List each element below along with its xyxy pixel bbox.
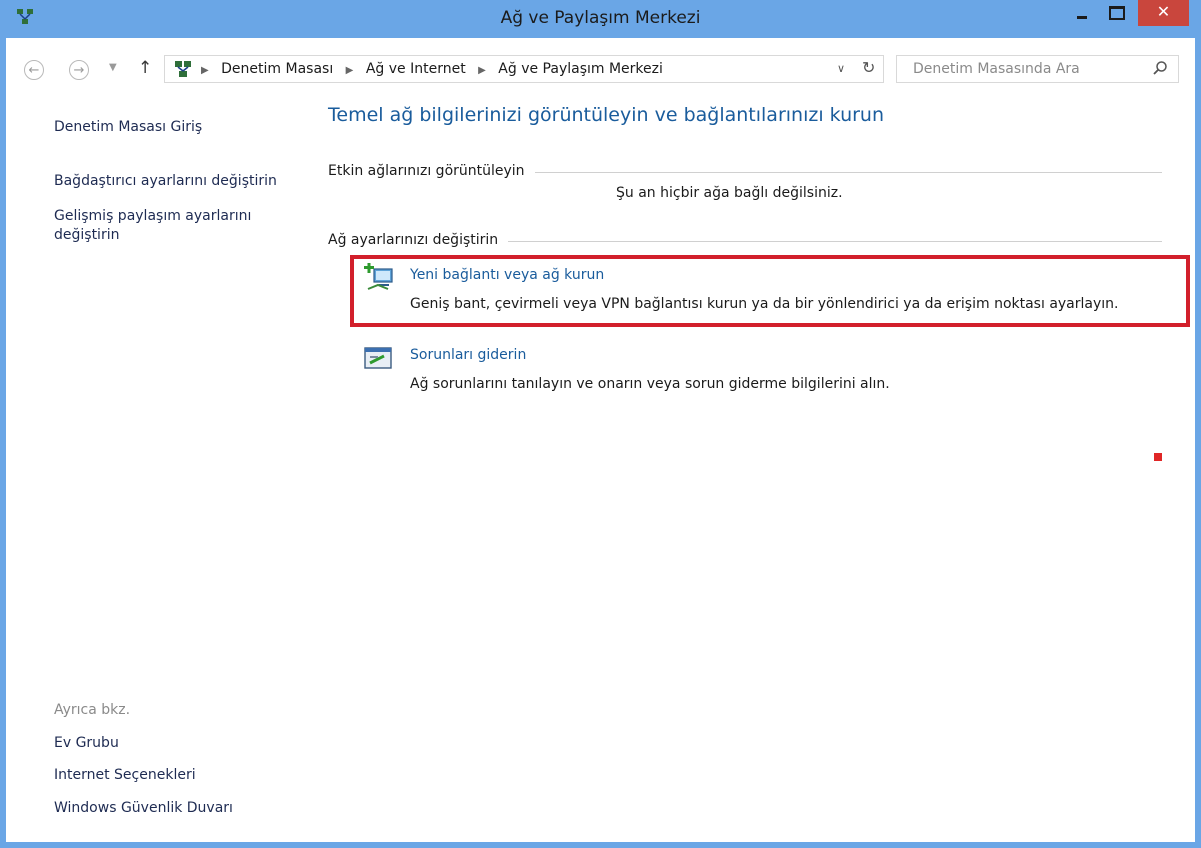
chevron-right-icon[interactable]: ▶	[346, 65, 354, 76]
see-also-heading: Ayrıca bkz.	[54, 702, 131, 718]
search-input[interactable]: Denetim Masasında Ara	[896, 55, 1179, 83]
breadcrumb-network-internet[interactable]: Ağ ve Internet	[366, 61, 466, 77]
control-panel-icon	[175, 61, 191, 77]
address-dropdown-chevron-icon[interactable]: ∨	[837, 62, 845, 75]
chevron-right-icon[interactable]: ▶	[478, 65, 486, 76]
sidebar-item-control-panel-home[interactable]: Denetim Masası Giriş	[54, 118, 294, 137]
highlight-box	[350, 255, 1190, 327]
troubleshoot-link[interactable]: Sorunları giderin	[410, 347, 526, 363]
change-settings-section: Ağ ayarlarınızı değiştirin	[328, 232, 1162, 248]
window-title: Ağ ve Paylaşım Merkezi	[500, 8, 701, 28]
connection-status-text: Şu an hiçbir ağa bağlı değilsiniz.	[616, 185, 843, 201]
address-bar: ← → ▼ ↑ ▶ Denetim Masası ▶ Ağ ve Interne…	[6, 38, 1195, 84]
search-placeholder: Denetim Masasında Ara	[913, 61, 1080, 77]
sidebar-item-homegroup[interactable]: Ev Grubu	[54, 734, 294, 753]
maximize-button[interactable]	[1100, 0, 1132, 26]
up-arrow-icon[interactable]: ↑	[138, 58, 152, 78]
refresh-icon[interactable]: ↻	[862, 58, 875, 77]
recent-pages-chevron-icon[interactable]: ▼	[109, 62, 117, 73]
sidebar-item-windows-firewall[interactable]: Windows Güvenlik Duvarı	[54, 799, 294, 818]
troubleshoot-icon	[364, 347, 392, 369]
window: Ağ ve Paylaşım Merkezi ✕ ← → ▼ ↑ ▶ Denet…	[0, 0, 1201, 848]
breadcrumb-network-sharing-center[interactable]: Ağ ve Paylaşım Merkezi	[498, 61, 663, 77]
sidebar-item-change-adapter-settings[interactable]: Bağdaştırıcı ayarlarını değiştirin	[54, 172, 294, 191]
sidebar-item-advanced-sharing-settings[interactable]: Gelişmiş paylaşım ayarlarını değiştirin	[54, 207, 284, 245]
minimize-button[interactable]	[1068, 0, 1096, 26]
chevron-right-icon[interactable]: ▶	[201, 65, 209, 76]
new-connection-link[interactable]: Yeni bağlantı veya ağ kurun	[410, 267, 604, 283]
title-bar[interactable]: Ağ ve Paylaşım Merkezi ✕	[6, 0, 1195, 38]
search-icon[interactable]	[1152, 60, 1168, 76]
new-connection-icon	[364, 263, 393, 290]
breadcrumb-control-panel[interactable]: Denetim Masası	[221, 61, 333, 77]
new-connection-description: Geniş bant, çevirmeli veya VPN bağlantıs…	[410, 296, 1119, 312]
section-divider	[508, 240, 1162, 242]
page-title: Temel ağ bilgilerinizi görüntüleyin ve b…	[328, 104, 885, 126]
back-icon[interactable]: ←	[24, 60, 44, 80]
close-button[interactable]: ✕	[1138, 0, 1189, 26]
breadcrumb: ▶ Denetim Masası ▶ Ağ ve Internet ▶ Ağ v…	[201, 61, 663, 77]
sidebar-item-internet-options[interactable]: Internet Seçenekleri	[54, 766, 294, 785]
change-settings-heading: Ağ ayarlarınızı değiştirin	[328, 232, 499, 248]
troubleshoot-description: Ağ sorunlarını tanılayın ve onarın veya …	[410, 376, 890, 392]
active-networks-heading: Etkin ağlarınızı görüntüleyin	[328, 163, 525, 179]
forward-icon[interactable]: →	[69, 60, 89, 80]
active-networks-section: Etkin ağlarınızı görüntüleyin	[328, 163, 1162, 179]
address-box[interactable]: ▶ Denetim Masası ▶ Ağ ve Internet ▶ Ağ v…	[164, 55, 884, 83]
section-divider	[534, 171, 1162, 173]
red-marker	[1154, 453, 1162, 461]
